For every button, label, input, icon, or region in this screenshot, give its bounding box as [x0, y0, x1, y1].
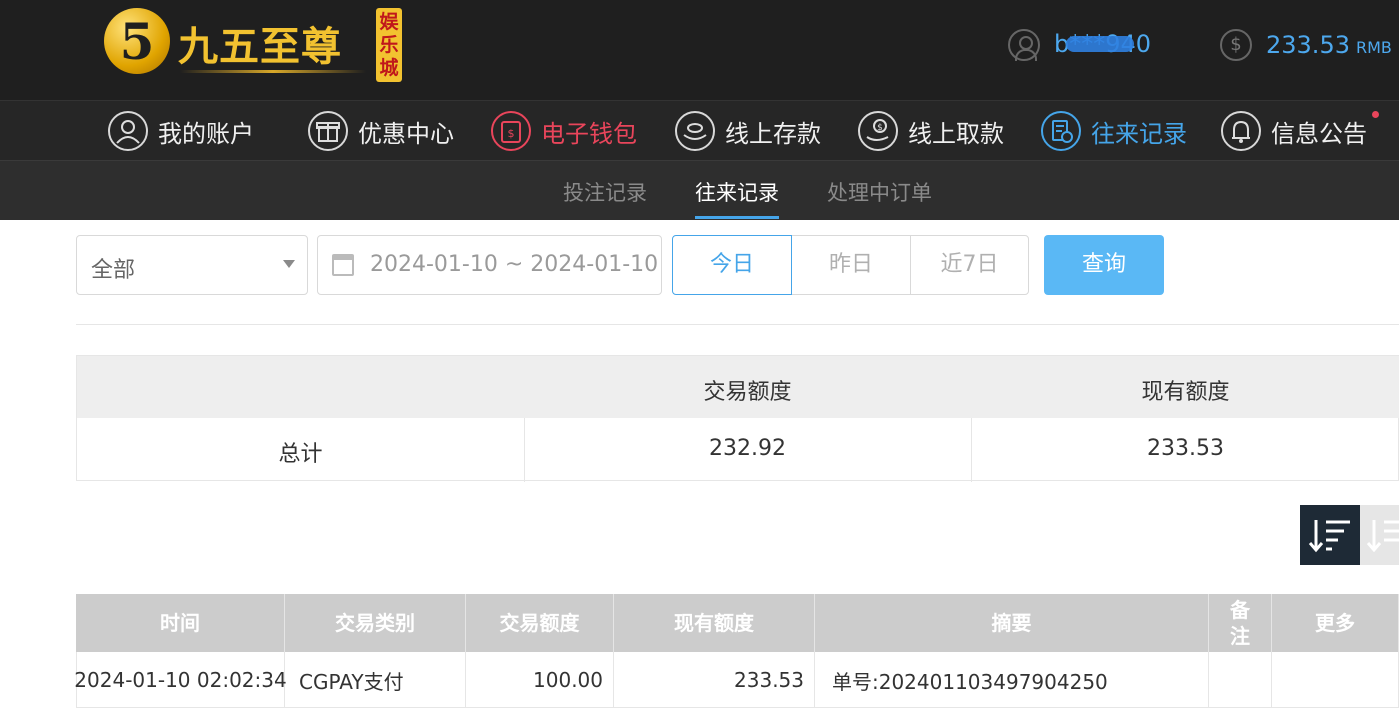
- tab-pending-orders[interactable]: 处理中订单: [827, 177, 932, 207]
- cell-summary: 单号:202401103497904250: [815, 652, 1209, 708]
- nav-label: 优惠中心: [358, 119, 454, 148]
- summary-header-trade: 交易额度: [703, 380, 792, 405]
- col-amount: 交易额度: [466, 594, 614, 652]
- col-time: 时间: [76, 594, 285, 652]
- top-header: 5 九五至尊 娱乐城 b***940 $ 233.53RMB: [0, 0, 1399, 100]
- summary-header-current: 现有额度: [1141, 380, 1230, 405]
- cell-more[interactable]: [1272, 652, 1399, 708]
- col-remark: 备注: [1209, 594, 1272, 652]
- col-more: 更多: [1272, 594, 1399, 652]
- nav-deposit[interactable]: 线上存款: [675, 111, 821, 151]
- table-row[interactable]: 2024-01-10 02:02:34 CGPAY支付 100.00 233.5…: [74, 652, 1399, 708]
- nav-label: 我的账户: [158, 119, 254, 148]
- main-nav: 我的账户 优惠中心 $ 电子钱包 线上存款 $ 线上取款 往来记录 信息公告: [0, 100, 1399, 160]
- cell-type: CGPAY支付: [285, 652, 466, 708]
- col-type: 交易类别: [285, 594, 466, 652]
- nav-label: 线上取款: [908, 119, 1004, 148]
- nav-label: 电子钱包: [541, 119, 637, 148]
- sort-ascending-icon: [1366, 520, 1399, 553]
- svg-text:$: $: [508, 127, 515, 140]
- logo-ornament: [180, 70, 366, 73]
- yesterday-button[interactable]: 昨日: [791, 235, 911, 295]
- summary-current-amount: 233.53: [1147, 436, 1224, 461]
- cell-balance: 233.53: [614, 652, 815, 708]
- nav-e-wallet[interactable]: $ 电子钱包: [491, 111, 637, 151]
- cell-amount: 100.00: [466, 652, 614, 708]
- calendar-icon: [332, 254, 354, 276]
- col-summary: 摘要: [815, 594, 1209, 652]
- logo-digit: 5: [119, 12, 155, 71]
- nav-announcements[interactable]: 信息公告: [1221, 111, 1379, 151]
- type-select[interactable]: 全部: [76, 235, 308, 295]
- date-range-input[interactable]: 2024-01-10 ~ 2024-01-10: [317, 235, 662, 295]
- today-button[interactable]: 今日: [672, 235, 792, 295]
- nav-withdraw[interactable]: $ 线上取款: [858, 111, 1004, 151]
- active-tab-indicator: [695, 216, 779, 219]
- svg-text:$: $: [877, 123, 883, 133]
- logo-emblem: 5: [104, 8, 170, 74]
- notification-dot: [1372, 111, 1379, 118]
- username-redaction: [1066, 36, 1134, 52]
- balance-value: 233.53: [1266, 31, 1350, 59]
- records-icon: [1041, 111, 1081, 151]
- summary-total-label: 总计: [278, 442, 323, 467]
- sub-nav: 投注记录 往来记录 处理中订单: [0, 160, 1399, 220]
- dollar-coin-icon: $: [1220, 29, 1252, 61]
- withdraw-icon: $: [858, 111, 898, 151]
- wallet-icon: $: [491, 111, 531, 151]
- gift-icon: [308, 111, 348, 151]
- bell-icon: [1221, 111, 1261, 151]
- sort-ascending-button[interactable]: [1360, 505, 1399, 565]
- nav-promotions[interactable]: 优惠中心: [308, 111, 454, 151]
- nav-records[interactable]: 往来记录: [1041, 111, 1187, 151]
- user-icon: [1008, 29, 1040, 61]
- summary-trade-amount: 232.92: [709, 436, 786, 461]
- sort-descending-icon: [1308, 520, 1350, 553]
- user-icon: [108, 111, 148, 151]
- date-range-value: 2024-01-10 ~ 2024-01-10: [370, 252, 659, 277]
- sort-descending-button[interactable]: [1300, 505, 1360, 565]
- deposit-icon: [675, 111, 715, 151]
- site-logo[interactable]: 5 九五至尊 娱乐城: [104, 6, 404, 84]
- logo-badge: 娱乐城: [376, 8, 402, 82]
- nav-label: 线上存款: [725, 119, 821, 148]
- account-balance: 233.53 RMB: [1266, 31, 1392, 59]
- table-header: 时间 交易类别 交易额度 现有额度 摘要 备注 更多: [76, 594, 1399, 652]
- type-select-value: 全部: [91, 258, 136, 283]
- cell-time: 2024-01-10 02:02:34: [74, 652, 287, 708]
- balance-currency: RMB: [1355, 38, 1392, 57]
- nav-label: 信息公告: [1271, 119, 1367, 148]
- summary-table: 交易额度 现有额度 总计 232.92 233.53: [76, 355, 1399, 482]
- nav-my-account[interactable]: 我的账户: [108, 111, 254, 151]
- caret-down-icon: [283, 260, 295, 268]
- logo-title: 九五至尊: [178, 23, 342, 70]
- query-button[interactable]: 查询: [1044, 235, 1164, 295]
- tab-transaction-records[interactable]: 往来记录: [695, 177, 779, 207]
- cell-remark: [1209, 652, 1272, 708]
- nav-label: 往来记录: [1091, 119, 1187, 148]
- tab-bet-records[interactable]: 投注记录: [563, 177, 647, 207]
- divider: [76, 324, 1399, 325]
- last-7-days-button[interactable]: 近7日: [910, 235, 1029, 295]
- col-balance: 现有额度: [614, 594, 815, 652]
